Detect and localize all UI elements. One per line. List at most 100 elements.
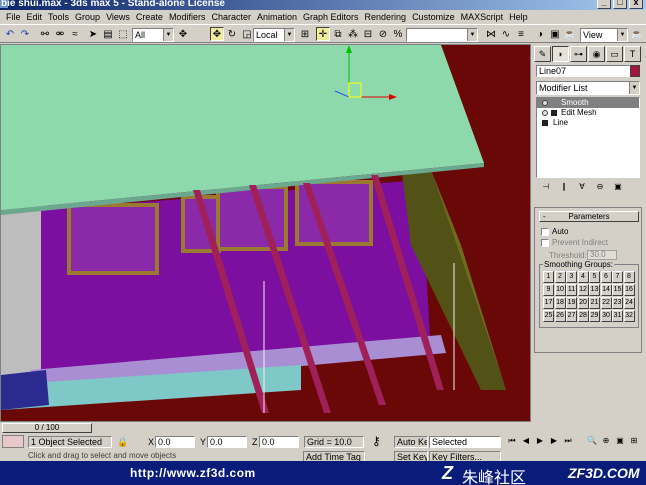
render-view-dropdown[interactable]: View ▼	[580, 28, 628, 42]
smoothing-group-button[interactable]: 21	[589, 297, 600, 309]
smoothing-group-button[interactable]: 18	[554, 297, 566, 309]
curve-editor-icon[interactable]: ∿	[499, 27, 513, 41]
menu-edit[interactable]: Edit	[24, 10, 46, 24]
show-end-result-icon[interactable]: ∥	[557, 181, 571, 193]
percent-snap-icon[interactable]: %	[391, 27, 405, 41]
smoothing-group-button[interactable]: 32	[623, 310, 635, 322]
threshold-spinner[interactable]: 30.0	[587, 250, 617, 260]
minimize-button[interactable]: _	[597, 0, 611, 9]
menu-group[interactable]: Group	[72, 10, 103, 24]
menu-character[interactable]: Character	[208, 10, 254, 24]
move-icon[interactable]: ✥	[210, 27, 224, 41]
smoothing-group-button[interactable]: 6	[600, 271, 612, 283]
y-coordinate-field[interactable]: 0.0	[207, 436, 247, 448]
align-icon[interactable]: ⊟	[361, 27, 375, 41]
pin-stack-icon[interactable]: ⊣	[539, 181, 553, 193]
display-tab-icon[interactable]: ▭	[606, 46, 623, 62]
create-tab-icon[interactable]: ✎	[534, 46, 551, 62]
quick-render-icon[interactable]: ☕	[563, 27, 577, 41]
selection-filter-dropdown[interactable]: All ▼	[132, 28, 174, 42]
stack-item-line[interactable]: Line	[537, 118, 639, 128]
select-move-icon[interactable]: ✥	[176, 27, 190, 41]
go-to-start-icon[interactable]: ⏮	[506, 435, 518, 447]
zoom-all-icon[interactable]: ⊕	[600, 435, 612, 447]
time-slider-thumb[interactable]: 0 / 100	[2, 423, 92, 433]
modifier-list-dropdown[interactable]: Modifier List ▼	[536, 81, 640, 95]
smoothing-group-button[interactable]: 30	[600, 310, 612, 322]
smoothing-group-button[interactable]: 3	[566, 271, 577, 283]
mirror-icon[interactable]: ⧉	[331, 27, 345, 41]
unlink-icon[interactable]: ⚮	[53, 27, 67, 41]
reference-coord-dropdown[interactable]: Local ▼	[253, 28, 295, 42]
smoothing-group-button[interactable]: 4	[577, 271, 589, 283]
utilities-tab-icon[interactable]: T	[624, 46, 641, 62]
time-slider[interactable]: 0 / 100	[0, 421, 531, 433]
menu-animation[interactable]: Animation	[254, 10, 300, 24]
smoothing-group-button[interactable]: 12	[577, 284, 589, 296]
make-unique-icon[interactable]: ∀	[575, 181, 589, 193]
zoom-extents-icon[interactable]: ▣	[614, 435, 626, 447]
smoothing-group-button[interactable]: 24	[623, 297, 635, 309]
smoothing-group-button[interactable]: 23	[612, 297, 623, 309]
auto-key-button[interactable]: Auto Key	[394, 436, 428, 448]
menu-modifiers[interactable]: Modifiers	[166, 10, 209, 24]
named-selection-dropdown[interactable]: ▼	[406, 28, 478, 42]
smoothing-group-button[interactable]: 28	[577, 310, 589, 322]
bulb-icon[interactable]	[542, 100, 548, 106]
smoothing-group-button[interactable]: 22	[600, 297, 612, 309]
smoothing-group-button[interactable]: 7	[612, 271, 623, 283]
select-object-icon[interactable]: ➤	[86, 27, 100, 41]
menu-create[interactable]: Create	[133, 10, 166, 24]
maximize-button[interactable]: □	[613, 0, 627, 9]
rollout-header[interactable]: - Parameters	[539, 211, 639, 222]
snap-icon[interactable]: ⊘	[376, 27, 390, 41]
material-editor-icon[interactable]: ◑	[533, 27, 547, 41]
expand-icon[interactable]	[551, 110, 557, 116]
smoothing-group-button[interactable]: 11	[566, 284, 577, 296]
close-button[interactable]: x	[629, 0, 643, 9]
restrict-axis-icon[interactable]: ✛	[316, 27, 330, 41]
auto-checkbox[interactable]	[541, 228, 549, 236]
next-frame-icon[interactable]: ▶	[548, 435, 560, 447]
pivot-center-icon[interactable]: ⊞	[298, 27, 312, 41]
object-color-swatch[interactable]	[630, 65, 640, 77]
menu-rendering[interactable]: Rendering	[362, 10, 410, 24]
key-icon[interactable]: ⚷	[372, 434, 381, 448]
menu-graph-editors[interactable]: Graph Editors	[300, 10, 362, 24]
scale-icon[interactable]: ◲	[240, 27, 254, 41]
smoothing-group-button[interactable]: 14	[600, 284, 612, 296]
render-scene-icon[interactable]: ▣	[548, 27, 562, 41]
smoothing-group-button[interactable]: 8	[623, 271, 635, 283]
lock-icon[interactable]: 🔒	[117, 437, 128, 448]
select-link-icon[interactable]: ⚯	[38, 27, 52, 41]
smoothing-group-button[interactable]: 13	[589, 284, 600, 296]
play-icon[interactable]: ▶	[534, 435, 546, 447]
redo-icon[interactable]: ↷	[18, 27, 32, 41]
schematic-view-icon[interactable]: ≡	[514, 27, 528, 41]
prevent-indirect-checkbox[interactable]	[541, 239, 549, 247]
smoothing-group-button[interactable]: 27	[566, 310, 577, 322]
smoothing-group-button[interactable]: 31	[612, 310, 623, 322]
hierarchy-tab-icon[interactable]: ⊶	[570, 46, 587, 62]
stack-item-smooth[interactable]: Smooth	[537, 98, 639, 108]
smoothing-group-button[interactable]: 15	[612, 284, 623, 296]
perspective-viewport[interactable]	[0, 44, 531, 433]
menu-tools[interactable]: Tools	[45, 10, 72, 24]
x-coordinate-field[interactable]: 0.0	[155, 436, 195, 448]
stack-item-edit-mesh[interactable]: Edit Mesh	[537, 108, 639, 118]
smoothing-group-button[interactable]: 20	[577, 297, 589, 309]
menu-views[interactable]: Views	[103, 10, 133, 24]
render-last-icon[interactable]: ☕	[630, 27, 644, 41]
menu-file[interactable]: File	[3, 10, 24, 24]
zoom-extents-all-icon[interactable]: ⊞	[628, 435, 640, 447]
smoothing-group-button[interactable]: 10	[554, 284, 566, 296]
smoothing-group-button[interactable]: 9	[543, 284, 554, 296]
bulb-icon[interactable]	[542, 110, 548, 116]
smoothing-group-button[interactable]: 5	[589, 271, 600, 283]
smoothing-group-button[interactable]: 16	[623, 284, 635, 296]
smoothing-group-button[interactable]: 19	[566, 297, 577, 309]
smoothing-group-button[interactable]: 1	[543, 271, 554, 283]
smoothing-group-button[interactable]: 17	[543, 297, 554, 309]
zoom-icon[interactable]: 🔍	[586, 435, 598, 447]
select-by-name-icon[interactable]: ▤	[101, 27, 115, 41]
